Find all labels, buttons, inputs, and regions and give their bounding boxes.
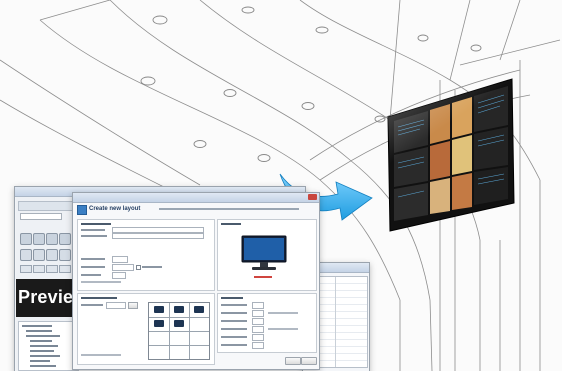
resolution-select[interactable]: [112, 264, 134, 271]
toolbar-icon-row-3: [20, 265, 76, 273]
toolbar-icon[interactable]: [59, 233, 71, 245]
setting-spinner[interactable]: [252, 326, 264, 333]
toolbar-icon[interactable]: [20, 249, 32, 261]
screen-count-select[interactable]: [112, 256, 128, 263]
dialog-subtitle-line: [159, 208, 299, 210]
dialog-header: Create new layout: [77, 204, 315, 216]
monitor-icon: [241, 235, 287, 270]
dropdown-field[interactable]: [20, 213, 62, 220]
screen-grid: [148, 302, 210, 360]
tree-item[interactable]: [26, 335, 60, 337]
screen-settings-group: [217, 293, 317, 353]
tree-item[interactable]: [30, 340, 52, 342]
dialog-title: Create new layout: [89, 206, 141, 212]
toolbar-icon-row-1: [20, 233, 76, 245]
toolbar-icon[interactable]: [20, 265, 32, 273]
toolbar-strip: [18, 201, 76, 211]
setting-spinner[interactable]: [252, 302, 264, 309]
setting-spinner[interactable]: [252, 334, 264, 341]
video-wall-display: [387, 78, 515, 232]
monitor-caption: [254, 276, 272, 278]
orientation-checkbox[interactable]: [136, 265, 141, 270]
screen-tile-icon[interactable]: [194, 306, 204, 313]
tree-item[interactable]: [30, 355, 60, 357]
screen-tile-icon[interactable]: [154, 320, 164, 327]
toolbar-icon[interactable]: [59, 249, 71, 261]
toolbar-icon[interactable]: [20, 233, 32, 245]
tree-item[interactable]: [30, 360, 50, 362]
create-layout-dialog: Create new layout: [72, 192, 320, 370]
toolbar-icon[interactable]: [33, 249, 45, 261]
tree-item[interactable]: [30, 365, 56, 367]
rows-select[interactable]: [112, 272, 126, 279]
toolbar-icon[interactable]: [46, 233, 58, 245]
toolbar-icon[interactable]: [46, 265, 58, 273]
toolbar-icon[interactable]: [33, 265, 45, 273]
preview-pane: Preview: [16, 279, 87, 317]
ok-button[interactable]: [285, 357, 301, 365]
preview-group: [217, 219, 317, 291]
screen-tile-icon[interactable]: [174, 320, 184, 327]
close-icon[interactable]: [308, 194, 317, 200]
setting-spinner[interactable]: [252, 342, 264, 349]
device-tree: [18, 321, 78, 371]
screen-layout-group: [77, 293, 215, 365]
dialog-titlebar[interactable]: [73, 193, 319, 203]
apply-button[interactable]: [128, 302, 138, 309]
toolbar-icon[interactable]: [46, 249, 58, 261]
cancel-button[interactable]: [301, 357, 317, 365]
setting-spinner[interactable]: [252, 318, 264, 325]
scene: Preview Create new layout: [0, 0, 562, 371]
screen-tile-icon[interactable]: [154, 306, 164, 313]
screen-tile-icon[interactable]: [174, 306, 184, 313]
tree-item[interactable]: [30, 350, 54, 352]
left-side-panel: Preview: [16, 197, 87, 371]
layout-icon: [77, 205, 87, 215]
tree-item[interactable]: [26, 330, 52, 332]
toolbar-icon-row-2: [20, 249, 76, 261]
layout-type-select[interactable]: [106, 302, 126, 309]
general-settings-group: [77, 219, 215, 291]
setting-spinner[interactable]: [252, 310, 264, 317]
toolbar-icon[interactable]: [33, 233, 45, 245]
description-field[interactable]: [112, 233, 204, 239]
tree-item[interactable]: [22, 325, 52, 327]
toolbar-icon[interactable]: [59, 265, 71, 273]
tree-item[interactable]: [30, 345, 58, 347]
